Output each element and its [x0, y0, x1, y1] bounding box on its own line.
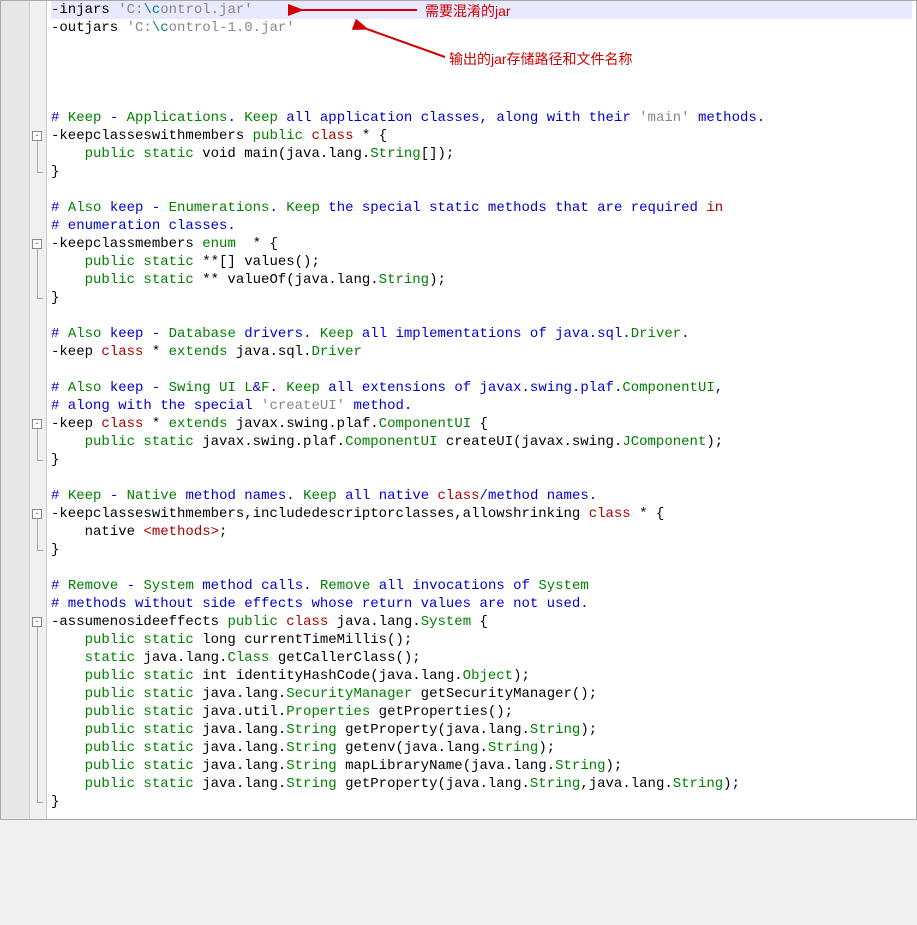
- code-line[interactable]: -keep class * extends javax.swing.plaf.C…: [51, 415, 912, 433]
- fold-guide: [37, 627, 38, 802]
- fold-column[interactable]: - - - - -: [30, 1, 47, 819]
- fold-guide: [37, 429, 38, 460]
- code-line[interactable]: [51, 181, 912, 199]
- code-line[interactable]: # methods without side effects whose ret…: [51, 595, 912, 613]
- code-line[interactable]: static java.lang.Class getCallerClass();: [51, 649, 912, 667]
- code-line[interactable]: }: [51, 541, 912, 559]
- code-line[interactable]: public static ** valueOf(java.lang.Strin…: [51, 271, 912, 289]
- fold-guide: [37, 249, 38, 298]
- fold-guide-end: [37, 550, 43, 551]
- code-line[interactable]: [51, 307, 912, 325]
- code-line[interactable]: public static java.lang.String mapLibrar…: [51, 757, 912, 775]
- code-line[interactable]: -keepclassmembers enum * {: [51, 235, 912, 253]
- annotation-2: 输出的jar存储路径和文件名称: [449, 49, 633, 69]
- code-line[interactable]: [51, 73, 912, 91]
- code-line[interactable]: -assumenosideeffects public class java.l…: [51, 613, 912, 631]
- fold-toggle-icon[interactable]: -: [32, 617, 42, 627]
- code-line[interactable]: -outjars 'C:\control-1.0.jar': [51, 19, 912, 37]
- fold-toggle-icon[interactable]: -: [32, 419, 42, 429]
- code-area[interactable]: 需要混淆的jar 输出的jar存储路径和文件名称 -injars 'C:\con…: [47, 1, 916, 819]
- code-line[interactable]: # Keep - Applications. Keep all applicat…: [51, 109, 912, 127]
- code-line[interactable]: public static int identityHashCode(java.…: [51, 667, 912, 685]
- code-line[interactable]: [51, 91, 912, 109]
- code-line[interactable]: -keep class * extends java.sql.Driver: [51, 343, 912, 361]
- code-line[interactable]: # Also keep - Enumerations. Keep the spe…: [51, 199, 912, 217]
- fold-toggle-icon[interactable]: -: [32, 509, 42, 519]
- code-line[interactable]: public static **[] values();: [51, 253, 912, 271]
- code-line[interactable]: -keepclasseswithmembers,includedescripto…: [51, 505, 912, 523]
- fold-guide: [37, 519, 38, 550]
- code-line[interactable]: native <methods>;: [51, 523, 912, 541]
- code-line[interactable]: [51, 559, 912, 577]
- code-line[interactable]: public static long currentTimeMillis();: [51, 631, 912, 649]
- fold-toggle-icon[interactable]: -: [32, 239, 42, 249]
- code-line[interactable]: }: [51, 451, 912, 469]
- code-line[interactable]: }: [51, 163, 912, 181]
- code-line[interactable]: # Also keep - Database drivers. Keep all…: [51, 325, 912, 343]
- code-line[interactable]: # Remove - System method calls. Remove a…: [51, 577, 912, 595]
- fold-guide-end: [37, 172, 43, 173]
- code-line[interactable]: public static java.util.Properties getPr…: [51, 703, 912, 721]
- code-line[interactable]: public static javax.swing.plaf.Component…: [51, 433, 912, 451]
- fold-toggle-icon[interactable]: -: [32, 131, 42, 141]
- code-line[interactable]: -keepclasseswithmembers public class * {: [51, 127, 912, 145]
- code-line[interactable]: [51, 469, 912, 487]
- code-line[interactable]: # Keep - Native method names. Keep all n…: [51, 487, 912, 505]
- line-number-gutter: [1, 1, 30, 819]
- fold-guide-end: [37, 460, 43, 461]
- code-line[interactable]: public static void main(java.lang.String…: [51, 145, 912, 163]
- annotation-1: 需要混淆的jar: [425, 1, 511, 21]
- code-line[interactable]: # along with the special 'createUI' meth…: [51, 397, 912, 415]
- code-line[interactable]: # Also keep - Swing UI L&F. Keep all ext…: [51, 379, 912, 397]
- code-line[interactable]: public static java.lang.String getProper…: [51, 721, 912, 739]
- fold-guide-end: [37, 802, 43, 803]
- fold-guide: [37, 141, 38, 172]
- code-line[interactable]: # enumeration classes.: [51, 217, 912, 235]
- code-line[interactable]: public static java.lang.String getProper…: [51, 775, 912, 793]
- code-line[interactable]: [51, 361, 912, 379]
- code-line[interactable]: }: [51, 793, 912, 811]
- code-line[interactable]: public static java.lang.String getenv(ja…: [51, 739, 912, 757]
- code-editor: - - - - - 需要混淆的jar 输出的jar存储路径和文件名称 -injars '…: [0, 0, 917, 820]
- code-line[interactable]: public static java.lang.SecurityManager …: [51, 685, 912, 703]
- fold-guide-end: [37, 298, 43, 299]
- code-line[interactable]: }: [51, 289, 912, 307]
